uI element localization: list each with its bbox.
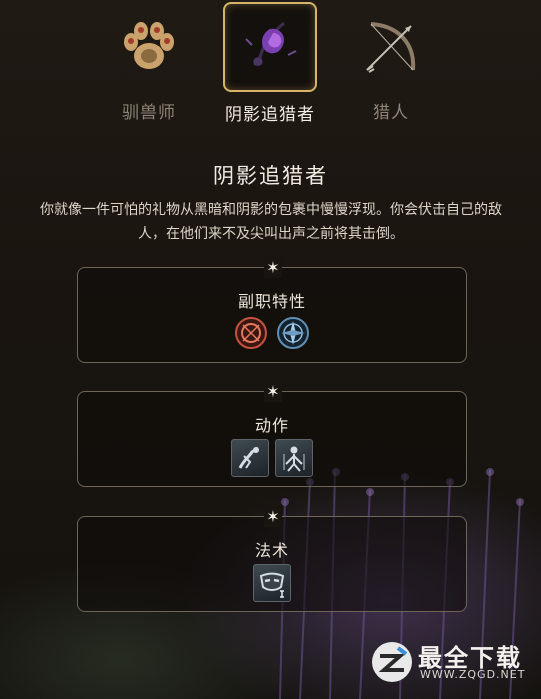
panel-subclass-features-title: 副职特性 [237,292,306,311]
red-sigil-icon[interactable] [233,315,269,351]
bow-icon [366,22,416,73]
panel-spells-title: 法术 [254,541,289,560]
star-ornament-icon: ✶ [264,380,282,402]
panel-actions-icons [78,439,466,477]
subclass-hunter-iconbox [346,2,436,90]
subclass-description: 你就像一件可怕的礼物从黑暗和阴影的包裹中慢慢浮现。你会伏击自己的敌人，在他们来不… [40,202,502,242]
star-ornament-icon: ✶ [264,256,282,278]
blue-compass-icon[interactable] [275,315,311,351]
panel-actions-title: 动作 [254,416,289,435]
subclass-hunter[interactable]: 猎人 [331,0,451,125]
disguise-mask-spell-icon[interactable] [253,564,291,602]
subclass-gloom-stalker[interactable]: 阴影追猎者 [210,0,330,125]
panel-spells: ✶ 法术 [77,505,467,612]
subclass-beast-master-iconbox [104,2,194,90]
site-watermark: 最全下载 WWW.ZQGD.NET [370,634,535,690]
paw-icon [124,22,174,69]
subclass-title: 阴影追猎者 [213,164,328,188]
subclass-selector: 驯兽师 阴影追猎者 猎人 [0,0,541,130]
lunge-action-icon[interactable] [231,439,269,477]
zqgd-logo-icon [372,642,412,682]
umbral-figure-action-icon[interactable] [275,439,313,477]
subclass-hunter-label: 猎人 [373,103,409,123]
subclass-beast-master[interactable]: 驯兽师 [89,0,209,125]
subclass-beast-master-label: 驯兽师 [122,103,176,123]
panel-spells-icons [78,564,466,602]
star-ornament-icon: ✶ [264,505,282,527]
subclass-gloom-stalker-label: 阴影追猎者 [225,105,315,125]
shadow-flower-icon [245,21,297,66]
panel-subclass-features-icons [78,315,466,351]
watermark-url-text: WWW.ZQGD.NET [420,668,526,681]
subclass-gloom-stalker-iconbox [223,2,317,92]
panel-subclass-features: ✶ 副职特性 [77,256,467,363]
panel-actions: ✶ 动作 [77,380,467,487]
